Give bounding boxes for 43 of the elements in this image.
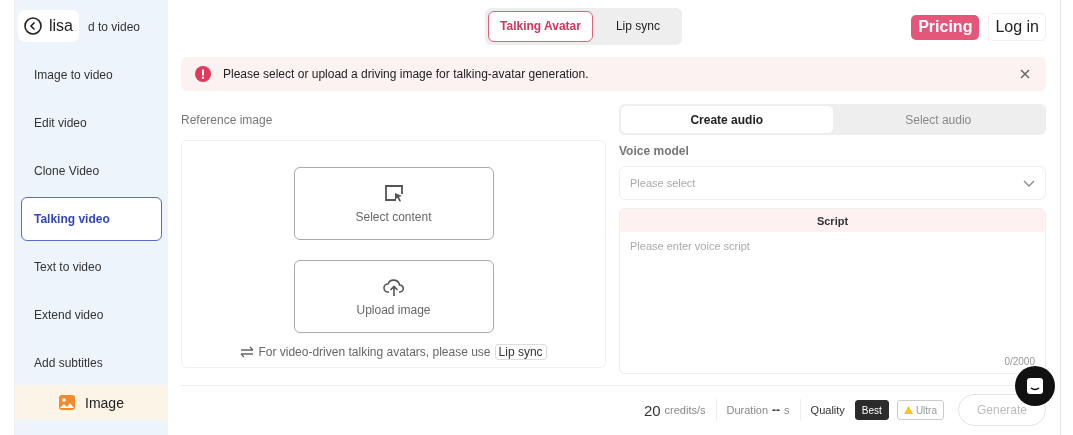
mode-tab[interactable]: Lip sync xyxy=(596,10,679,42)
quality-label: Quality xyxy=(810,404,845,416)
sidebar-item[interactable]: Add subtitles xyxy=(21,341,162,385)
audio-tab[interactable]: Create audio xyxy=(621,106,833,133)
back-button[interactable]: lisa xyxy=(18,10,79,42)
duration-label: Duration xyxy=(726,404,769,416)
credits-unit: credits/s xyxy=(664,404,706,416)
section-title: Reference image xyxy=(181,112,274,127)
duration-value: -- xyxy=(772,403,781,417)
quality-option[interactable]: Best xyxy=(854,400,889,420)
sidebar-item[interactable]: Image to video xyxy=(21,53,162,97)
close-icon xyxy=(1020,69,1030,79)
sidebar-item[interactable]: Text to video xyxy=(21,245,162,289)
dropdown-placeholder: Please select xyxy=(630,177,696,189)
warning-triangle-icon xyxy=(903,406,913,414)
cloud-upload-icon xyxy=(382,276,405,297)
chat-bubble-icon xyxy=(1026,377,1044,395)
select-cursor-icon xyxy=(383,183,404,204)
credits-value: 20 xyxy=(643,401,661,419)
lip-sync-link[interactable]: Lip sync xyxy=(494,344,547,360)
sidebar-item[interactable]: Extend video xyxy=(21,293,162,337)
info-icon xyxy=(195,66,211,82)
image-icon xyxy=(59,395,76,410)
sidebar-item[interactable]: Edit video xyxy=(21,101,162,145)
swap-arrows-icon xyxy=(240,346,255,358)
field-label: Voice model xyxy=(619,144,690,158)
pricing-button[interactable]: Pricing xyxy=(911,14,980,40)
duration-unit: s xyxy=(784,404,790,416)
hint-text: For video-driven talking avatars, please use xyxy=(258,345,491,359)
upload-image-button[interactable]: Upload image xyxy=(293,260,494,333)
character-counter: 0/2000 xyxy=(1003,356,1036,369)
sidebar-item[interactable]: d to video xyxy=(81,5,162,49)
sidebar-item[interactable]: Talking video xyxy=(21,197,162,241)
select-content-button[interactable]: Select content xyxy=(293,167,494,240)
alert-message: Please select or upload a driving image for talking-avatar generation. xyxy=(223,67,590,81)
script-header: Script xyxy=(620,209,1045,232)
sidebar-item[interactable]: Clone Video xyxy=(21,149,162,193)
mode-tab[interactable]: Talking Avatar xyxy=(488,10,593,42)
close-button[interactable] xyxy=(1018,67,1032,81)
login-button[interactable]: Log in xyxy=(988,13,1046,41)
chevron-down-icon xyxy=(1023,179,1035,187)
chat-button[interactable] xyxy=(1015,366,1055,406)
sidebar-footer-item[interactable]: Image xyxy=(15,385,168,420)
